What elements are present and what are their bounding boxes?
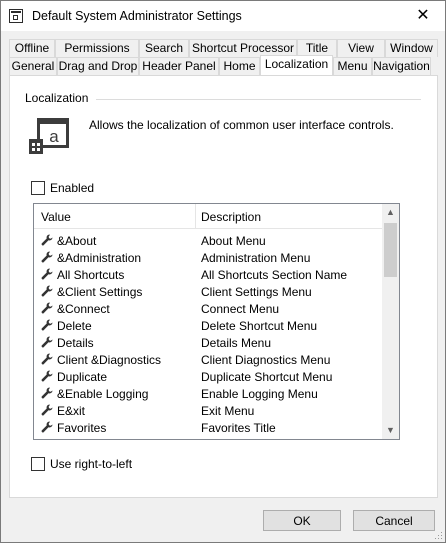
tab-drag-and-drop[interactable]: Drag and Drop xyxy=(57,57,139,75)
scroll-down-arrow-icon[interactable]: ▼ xyxy=(382,422,399,439)
tab-row-1: Offline Permissions Search Shortcut Proc… xyxy=(9,39,438,57)
tab-search[interactable]: Search xyxy=(139,39,189,57)
title-bar[interactable]: Default System Administrator Settings ✕ xyxy=(1,1,445,31)
tab-offline[interactable]: Offline xyxy=(9,39,55,57)
list-item-description: Details Menu xyxy=(201,336,272,350)
svg-text:a: a xyxy=(49,127,59,146)
wrench-icon xyxy=(41,268,53,280)
close-button[interactable]: ✕ xyxy=(401,1,445,31)
list-item-value: &Client Settings xyxy=(57,285,143,299)
list-item-value: Details xyxy=(57,336,94,350)
wrench-icon xyxy=(41,302,53,314)
list-item[interactable]: &Administration Administration Menu xyxy=(34,249,382,266)
tab-header-panel[interactable]: Header Panel xyxy=(139,57,219,75)
group-description: Allows the localization of common user i… xyxy=(89,118,394,132)
list-item-description: Favorites Title xyxy=(201,421,276,435)
group-label: Localization xyxy=(25,91,89,105)
tab-menu[interactable]: Menu xyxy=(333,57,372,75)
tab-permissions[interactable]: Permissions xyxy=(55,39,139,57)
list-item-value: Delete xyxy=(57,319,92,333)
wrench-icon xyxy=(41,421,53,433)
list-item[interactable]: Details Details Menu xyxy=(34,334,382,351)
list-item-description: About Menu xyxy=(201,234,266,248)
list-item[interactable]: E&xit Exit Menu xyxy=(34,402,382,419)
wrench-icon xyxy=(41,336,53,348)
wrench-icon xyxy=(41,285,53,297)
wrench-icon xyxy=(41,234,53,246)
list-header: Value Description xyxy=(34,204,382,229)
list-item-value: Client &Diagnostics xyxy=(57,353,162,367)
list-item[interactable]: Delete Delete Shortcut Menu xyxy=(34,317,382,334)
tab-view[interactable]: View xyxy=(337,39,385,57)
list-item[interactable]: &Connect Connect Menu xyxy=(34,300,382,317)
list-item[interactable]: Favorites Favorites Title xyxy=(34,419,382,436)
ok-button[interactable]: OK xyxy=(263,510,341,531)
wrench-icon xyxy=(41,251,53,263)
wrench-icon xyxy=(41,404,53,416)
list-item-value: All Shortcuts xyxy=(57,268,125,282)
wrench-icon xyxy=(41,370,53,382)
list-item-description: Client Diagnostics Menu xyxy=(201,353,331,367)
list-item[interactable]: &Client Settings Client Settings Menu xyxy=(34,283,382,300)
wrench-icon xyxy=(41,353,53,365)
list-item[interactable]: Client &Diagnostics Client Diagnostics Me… xyxy=(34,351,382,368)
list-item-value: &Administration xyxy=(57,251,142,265)
list-item[interactable]: All Shortcuts All Shortcuts Section Name xyxy=(34,266,382,283)
list-item-value: &Enable Logging xyxy=(57,387,149,401)
list-item-description: Duplicate Shortcut Menu xyxy=(201,370,333,384)
rtl-label[interactable]: Use right-to-left xyxy=(50,457,132,471)
list-item-value: Duplicate xyxy=(57,370,108,384)
list-item-value: &Connect xyxy=(57,302,110,316)
resize-grip-icon[interactable] xyxy=(433,530,443,540)
rtl-checkbox[interactable] xyxy=(31,457,45,471)
enabled-checkbox[interactable] xyxy=(31,181,45,195)
enabled-label[interactable]: Enabled xyxy=(50,181,94,195)
tab-navigation[interactable]: Navigation xyxy=(372,57,431,75)
list-item-value: Favorites xyxy=(57,421,107,435)
list-item-description: Administration Menu xyxy=(201,251,311,265)
tab-home[interactable]: Home xyxy=(219,57,260,75)
vertical-scrollbar[interactable]: ▲ ▼ xyxy=(382,204,399,439)
cancel-button[interactable]: Cancel xyxy=(353,510,435,531)
scrollbar-thumb[interactable] xyxy=(384,223,397,277)
scroll-up-arrow-icon[interactable]: ▲ xyxy=(382,204,399,221)
tab-row-2: General Drag and Drop Header Panel Home … xyxy=(9,55,431,75)
tab-localization[interactable]: Localization xyxy=(260,55,333,75)
localization-panel: Localization a Allows the localization o… xyxy=(9,75,438,498)
settings-window: Default System Administrator Settings ✕ … xyxy=(0,0,446,543)
list-item-value: &About xyxy=(57,234,97,248)
column-divider[interactable] xyxy=(195,204,196,228)
list-item-value: E&xit xyxy=(57,404,86,418)
list-item-description: Connect Menu xyxy=(201,302,280,316)
group-divider xyxy=(96,99,421,100)
localization-icon: a xyxy=(29,118,69,154)
list-item[interactable]: Duplicate Duplicate Shortcut Menu xyxy=(34,368,382,385)
localization-list[interactable]: Value Description &About About Menu &Admin… xyxy=(33,203,400,440)
window-title: Default System Administrator Settings xyxy=(32,9,242,23)
list-item[interactable]: &Enable Logging Enable Logging Menu xyxy=(34,385,382,402)
app-icon xyxy=(9,9,23,23)
tab-general[interactable]: General xyxy=(9,57,57,75)
list-item-description: All Shortcuts Section Name xyxy=(201,268,348,282)
list-item-description: Client Settings Menu xyxy=(201,285,312,299)
wrench-icon xyxy=(41,387,53,399)
list-item-description: Enable Logging Menu xyxy=(201,387,318,401)
column-header-value[interactable]: Value xyxy=(41,210,71,224)
tab-window[interactable]: Window xyxy=(385,39,438,57)
list-item-description: Delete Shortcut Menu xyxy=(201,319,318,333)
list-item-description: Exit Menu xyxy=(201,404,255,418)
list-item[interactable]: &About About Menu xyxy=(34,232,382,249)
wrench-icon xyxy=(41,319,53,331)
column-header-description[interactable]: Description xyxy=(201,210,261,224)
